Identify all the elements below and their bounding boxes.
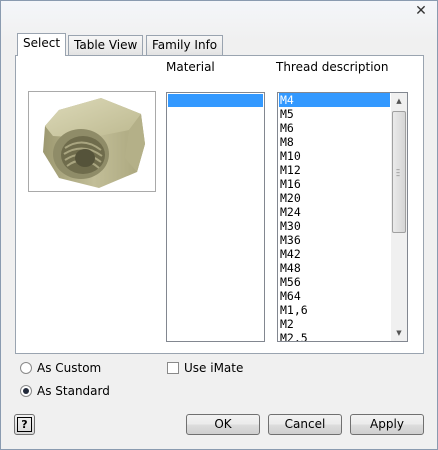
thread-list-item[interactable]: M30	[279, 219, 390, 233]
thread-list-item[interactable]: M1,6	[279, 303, 390, 317]
thread-list-item[interactable]: M6	[279, 121, 390, 135]
title-bar: ✕	[1, 1, 437, 25]
tab-select[interactable]: Select	[17, 33, 67, 56]
thread-list-item[interactable]: M16	[279, 177, 390, 191]
thread-list-scrollbar[interactable]: ▲ – – – ▼	[391, 93, 407, 341]
tab-table-view[interactable]: Table View	[68, 35, 144, 55]
as-standard-label: As Standard	[37, 384, 110, 398]
scroll-down-arrow-icon[interactable]: ▼	[391, 325, 407, 341]
dialog-window: ✕ Select Table View Family Info Material…	[0, 0, 438, 450]
thread-list-item[interactable]: M36	[279, 233, 390, 247]
thread-list-item[interactable]: M8	[279, 135, 390, 149]
thread-description-header: Thread description	[276, 60, 389, 74]
tab-family-info[interactable]: Family Info	[146, 35, 224, 55]
thread-list-item[interactable]: M42	[279, 247, 390, 261]
thread-list-item[interactable]: M56	[279, 275, 390, 289]
thread-list-item[interactable]: M2,5	[279, 331, 390, 341]
use-imate-label: Use iMate	[184, 361, 244, 375]
thread-list-item[interactable]: M10	[279, 149, 390, 163]
thread-list-item[interactable]: M64	[279, 289, 390, 303]
thread-description-list[interactable]: M4 M5 M6 M8 M10 M12 M16 M20 M24 M30 M36 …	[277, 92, 408, 342]
scroll-thumb[interactable]: – – –	[392, 111, 406, 233]
cancel-button[interactable]: Cancel	[268, 414, 342, 435]
thread-list-item[interactable]: M20	[279, 191, 390, 205]
as-custom-radio[interactable]: As Custom	[20, 360, 101, 376]
scroll-up-arrow-icon[interactable]: ▲	[391, 93, 407, 109]
ok-button[interactable]: OK	[186, 414, 260, 435]
checkbox-icon[interactable]	[167, 362, 179, 374]
material-list-item[interactable]	[168, 94, 263, 107]
thread-list-item[interactable]: M24	[279, 205, 390, 219]
thread-list-item[interactable]: M4	[279, 93, 390, 107]
material-list[interactable]	[166, 92, 265, 342]
apply-button[interactable]: Apply	[350, 414, 424, 435]
thread-list-items: M4 M5 M6 M8 M10 M12 M16 M20 M24 M30 M36 …	[279, 93, 390, 341]
thread-list-item[interactable]: M5	[279, 107, 390, 121]
as-custom-label: As Custom	[37, 361, 102, 375]
thread-list-item[interactable]: M2	[279, 317, 390, 331]
hex-nut-icon	[43, 98, 145, 188]
as-standard-radio[interactable]: As Standard	[20, 383, 110, 399]
thread-list-item[interactable]: M12	[279, 163, 390, 177]
radio-button-checked-icon[interactable]	[20, 385, 32, 397]
help-button[interactable]: ?	[14, 414, 35, 435]
help-icon: ?	[17, 417, 32, 432]
material-header: Material	[166, 60, 215, 74]
radio-button-icon[interactable]	[20, 362, 32, 374]
thread-list-item[interactable]: M48	[279, 261, 390, 275]
use-imate-checkbox[interactable]: Use iMate	[167, 360, 243, 376]
close-button[interactable]: ✕	[410, 2, 432, 20]
select-tab-panel: Material Thread description M4 M5 M6 M8 …	[15, 55, 424, 354]
part-preview	[28, 91, 156, 192]
grip-icon: – – –	[396, 165, 400, 180]
